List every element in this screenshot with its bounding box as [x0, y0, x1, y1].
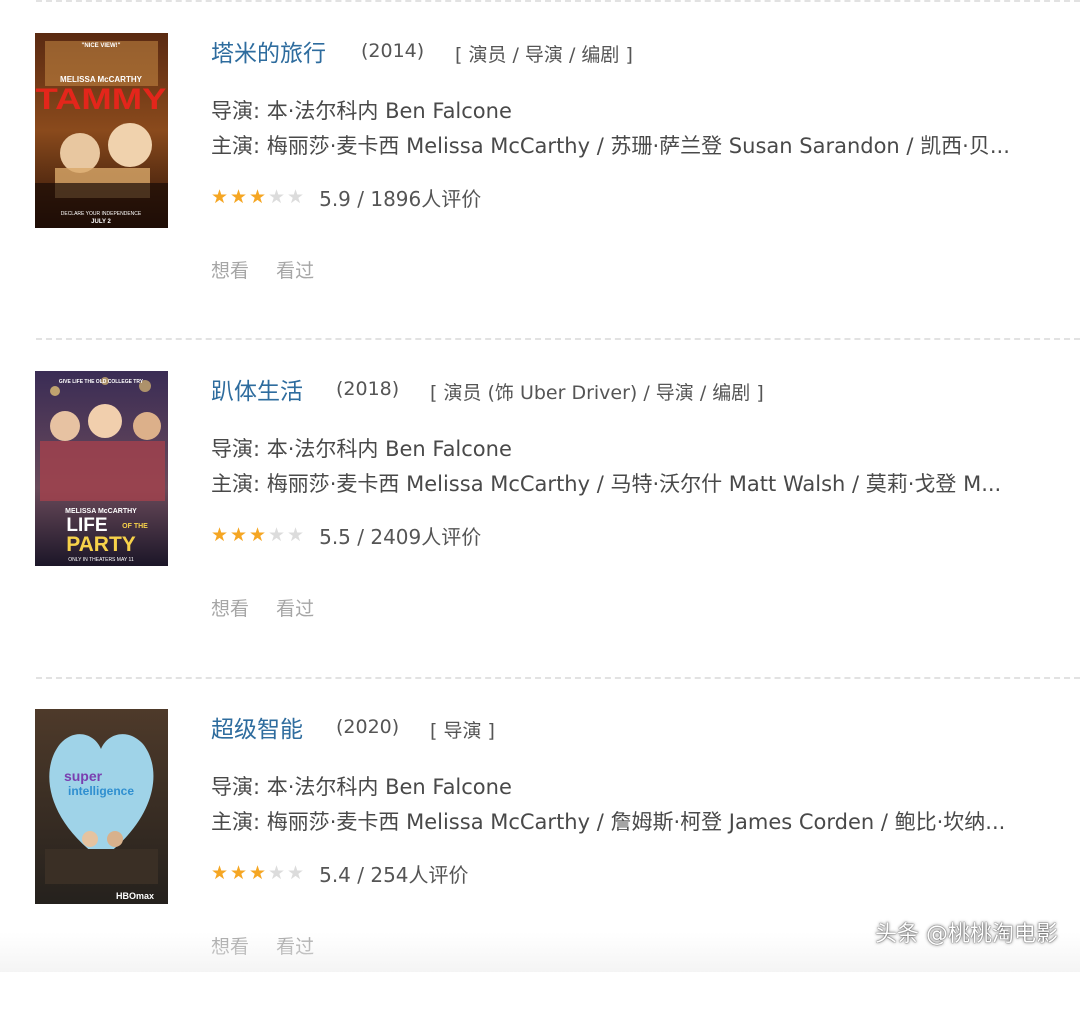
- cast-line: 主演: 梅丽莎·麦卡西 Melissa McCarthy / 苏珊·萨兰登 Su…: [211, 134, 1010, 158]
- star-filled-icon: ★: [211, 524, 229, 546]
- poster-footer: DECLARE YOUR INDEPENDENCE: [61, 211, 142, 217]
- rating: ★ ★ ★ ★ ★ 5.5 / 2409人评价: [211, 521, 482, 549]
- director-line: 导演: 本·法尔科内 Ben Falcone: [211, 775, 512, 799]
- star-filled-icon: ★: [230, 524, 248, 546]
- want-to-watch-button[interactable]: 想看: [211, 932, 249, 959]
- movie-title-link[interactable]: 塔米的旅行: [211, 34, 326, 68]
- movie-title-link[interactable]: 趴体生活: [211, 372, 303, 406]
- poster-footer: ONLY IN THEATERS MAY 11: [68, 557, 134, 563]
- star-empty-icon: ★: [268, 524, 286, 546]
- rating-text: 5.4 / 254人评价: [319, 863, 469, 887]
- poster-footer: HBOmax: [116, 891, 154, 901]
- director-line: 导演: 本·法尔科内 Ben Falcone: [211, 437, 512, 461]
- movie-item: super intelligence HBOmax 超级智能 (2020) [ …: [0, 709, 1080, 1009]
- want-to-watch-button[interactable]: 想看: [211, 594, 249, 621]
- star-filled-icon: ★: [249, 862, 267, 884]
- star-filled-icon: ★: [230, 862, 248, 884]
- star-filled-icon: ★: [230, 186, 248, 208]
- movie-year: (2014): [361, 40, 425, 62]
- star-filled-icon: ★: [249, 524, 267, 546]
- rating-text: 5.9 / 1896人评价: [319, 187, 482, 211]
- poster-title: intelligence: [68, 784, 134, 798]
- movie-roles: [ 导演 ]: [430, 720, 495, 742]
- watched-button[interactable]: 看过: [276, 256, 314, 283]
- movie-roles: [ 演员 (饰 Uber Driver) / 导演 / 编剧 ]: [430, 382, 764, 404]
- star-empty-icon: ★: [287, 862, 305, 884]
- poster-tagline: "NICE VIEW!": [81, 43, 120, 49]
- movie-item: "NICE VIEW!" MELISSA McCARTHY TAMMY DECL…: [0, 33, 1080, 333]
- separator-top: [36, 0, 1080, 2]
- rating: ★ ★ ★ ★ ★ 5.9 / 1896人评价: [211, 183, 482, 211]
- watermark: 头条 @桃桃淘电影: [875, 922, 1058, 947]
- movie-roles: [ 演员 / 导演 / 编剧 ]: [455, 44, 633, 66]
- star-empty-icon: ★: [287, 186, 305, 208]
- star-empty-icon: ★: [287, 524, 305, 546]
- actions: 想看 看过: [211, 932, 336, 959]
- poster-title: super: [64, 768, 103, 784]
- poster-title: OF THE: [122, 523, 148, 530]
- star-filled-icon: ★: [211, 862, 229, 884]
- watched-button[interactable]: 看过: [276, 932, 314, 959]
- rating-text: 5.5 / 2409人评价: [319, 525, 482, 549]
- director-line: 导演: 本·法尔科内 Ben Falcone: [211, 99, 512, 123]
- movie-year: (2018): [336, 378, 400, 400]
- separator: [36, 338, 1080, 340]
- actions: 想看 看过: [211, 256, 336, 283]
- poster-date: JULY 2: [91, 219, 111, 225]
- rating-stars: ★ ★ ★ ★ ★: [211, 526, 306, 545]
- movie-poster[interactable]: super intelligence HBOmax: [35, 709, 168, 904]
- separator: [36, 677, 1080, 679]
- movie-title-link[interactable]: 超级智能: [211, 710, 303, 744]
- rating-stars: ★ ★ ★ ★ ★: [211, 188, 306, 207]
- cast-line: 主演: 梅丽莎·麦卡西 Melissa McCarthy / 詹姆斯·柯登 Ja…: [211, 810, 1006, 834]
- want-to-watch-button[interactable]: 想看: [211, 256, 249, 283]
- rating: ★ ★ ★ ★ ★ 5.4 / 254人评价: [211, 859, 469, 887]
- watched-button[interactable]: 看过: [276, 594, 314, 621]
- star-filled-icon: ★: [249, 186, 267, 208]
- poster-title: PARTY: [66, 533, 136, 556]
- poster-title: TAMMY: [36, 83, 167, 116]
- movie-item: GIVE LIFE THE OLD COLLEGE TRY MELISSA Mc…: [0, 371, 1080, 671]
- poster-tagline: GIVE LIFE THE OLD COLLEGE TRY: [59, 379, 144, 385]
- poster-actor: MELISSA McCARTHY: [65, 508, 137, 515]
- actions: 想看 看过: [211, 594, 336, 621]
- movie-poster[interactable]: "NICE VIEW!" MELISSA McCARTHY TAMMY DECL…: [35, 33, 168, 228]
- cast-line: 主演: 梅丽莎·麦卡西 Melissa McCarthy / 马特·沃尔什 Ma…: [211, 472, 1002, 496]
- movie-year: (2020): [336, 716, 400, 738]
- star-empty-icon: ★: [268, 862, 286, 884]
- rating-stars: ★ ★ ★ ★ ★: [211, 864, 306, 883]
- star-empty-icon: ★: [268, 186, 286, 208]
- movie-poster[interactable]: GIVE LIFE THE OLD COLLEGE TRY MELISSA Mc…: [35, 371, 168, 566]
- star-filled-icon: ★: [211, 186, 229, 208]
